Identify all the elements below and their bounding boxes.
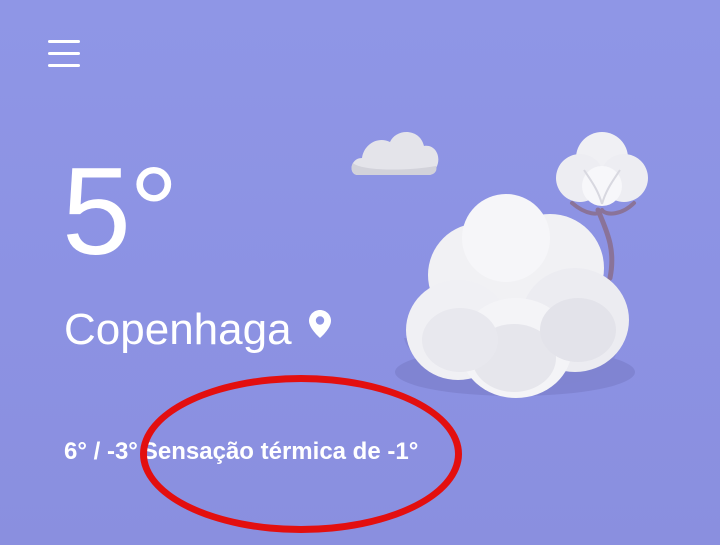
hamburger-menu-icon-bar	[48, 64, 80, 67]
location-pin-icon[interactable]	[308, 309, 332, 339]
city-name: Copenhaga	[64, 305, 292, 354]
menu-button[interactable]	[44, 36, 84, 72]
current-temperature: 5°	[62, 143, 179, 281]
high-low-temperature: 6° / -3°	[64, 438, 138, 465]
temperature-details: 6° / -3° Sensação térmica de -1°	[64, 438, 418, 466]
cloudy-weather-illustration	[351, 131, 648, 398]
hamburger-menu-icon-bar	[48, 52, 80, 55]
feels-like-temperature: Sensação térmica de -1°	[141, 438, 419, 465]
hamburger-menu-icon	[48, 40, 80, 43]
large-cloud-icon	[406, 194, 629, 398]
cotton-boll-icon	[556, 132, 648, 206]
location-row[interactable]: Copenhaga	[64, 308, 332, 352]
small-cloud-icon	[351, 131, 439, 175]
